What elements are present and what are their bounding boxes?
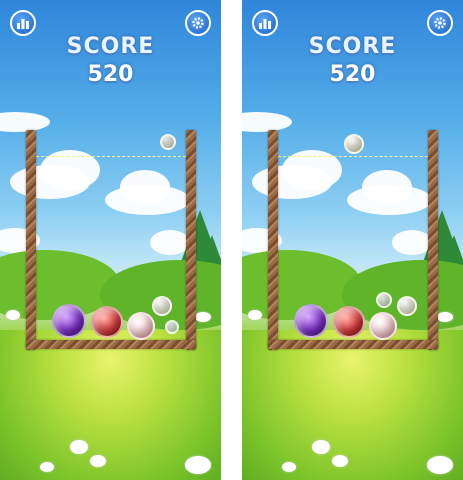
container-floor — [26, 340, 196, 349]
score-label: SCORE — [308, 34, 397, 59]
flower — [248, 310, 262, 320]
cloud — [242, 112, 292, 132]
game-screen-left: SCORE 520 — [0, 0, 221, 480]
flower — [90, 455, 106, 467]
container-wall-right — [428, 130, 438, 350]
score-value: 520 — [87, 62, 134, 87]
settings-button[interactable] — [185, 10, 211, 36]
leaderboard-button[interactable] — [10, 10, 36, 36]
flower — [282, 462, 296, 472]
orb-white-rose — [397, 296, 417, 316]
flower — [195, 312, 211, 322]
leaderboard-button[interactable] — [252, 10, 278, 36]
flower — [6, 310, 20, 320]
orb-purple-rose — [294, 304, 328, 338]
gear-icon — [192, 17, 204, 29]
container-floor — [268, 340, 438, 349]
flower — [427, 456, 453, 474]
meadow — [0, 330, 221, 480]
bar-chart-icon — [17, 19, 29, 29]
meadow — [242, 330, 463, 480]
cloud — [252, 165, 332, 199]
bar-chart-icon — [259, 19, 271, 29]
flower — [70, 440, 88, 454]
cloud — [10, 165, 90, 199]
orb-pink-rose — [127, 312, 155, 340]
orb-red-rose — [91, 306, 123, 338]
score-label: SCORE — [66, 34, 155, 59]
orb-white-rose — [152, 296, 172, 316]
settings-button[interactable] — [427, 10, 453, 36]
game-screen-right: SCORE 520 — [242, 0, 463, 480]
orb-white-flower — [165, 320, 179, 334]
container-wall-right — [186, 130, 196, 350]
orb-white-bud — [376, 292, 392, 308]
flower — [185, 456, 211, 474]
container-wall-left — [26, 130, 36, 350]
next-orb[interactable] — [344, 134, 364, 154]
next-orb[interactable] — [160, 134, 176, 150]
orb-purple-rose — [52, 304, 86, 338]
container-wall-left — [268, 130, 278, 350]
flower — [437, 312, 453, 322]
drop-limit-line — [278, 156, 428, 157]
flower — [40, 462, 54, 472]
orb-pink-rose — [369, 312, 397, 340]
gear-icon — [434, 17, 446, 29]
orb-red-rose — [333, 306, 365, 338]
cloud — [0, 112, 50, 132]
flower — [332, 455, 348, 467]
flower — [312, 440, 330, 454]
score-value: 520 — [329, 62, 376, 87]
drop-limit-line — [36, 156, 186, 157]
